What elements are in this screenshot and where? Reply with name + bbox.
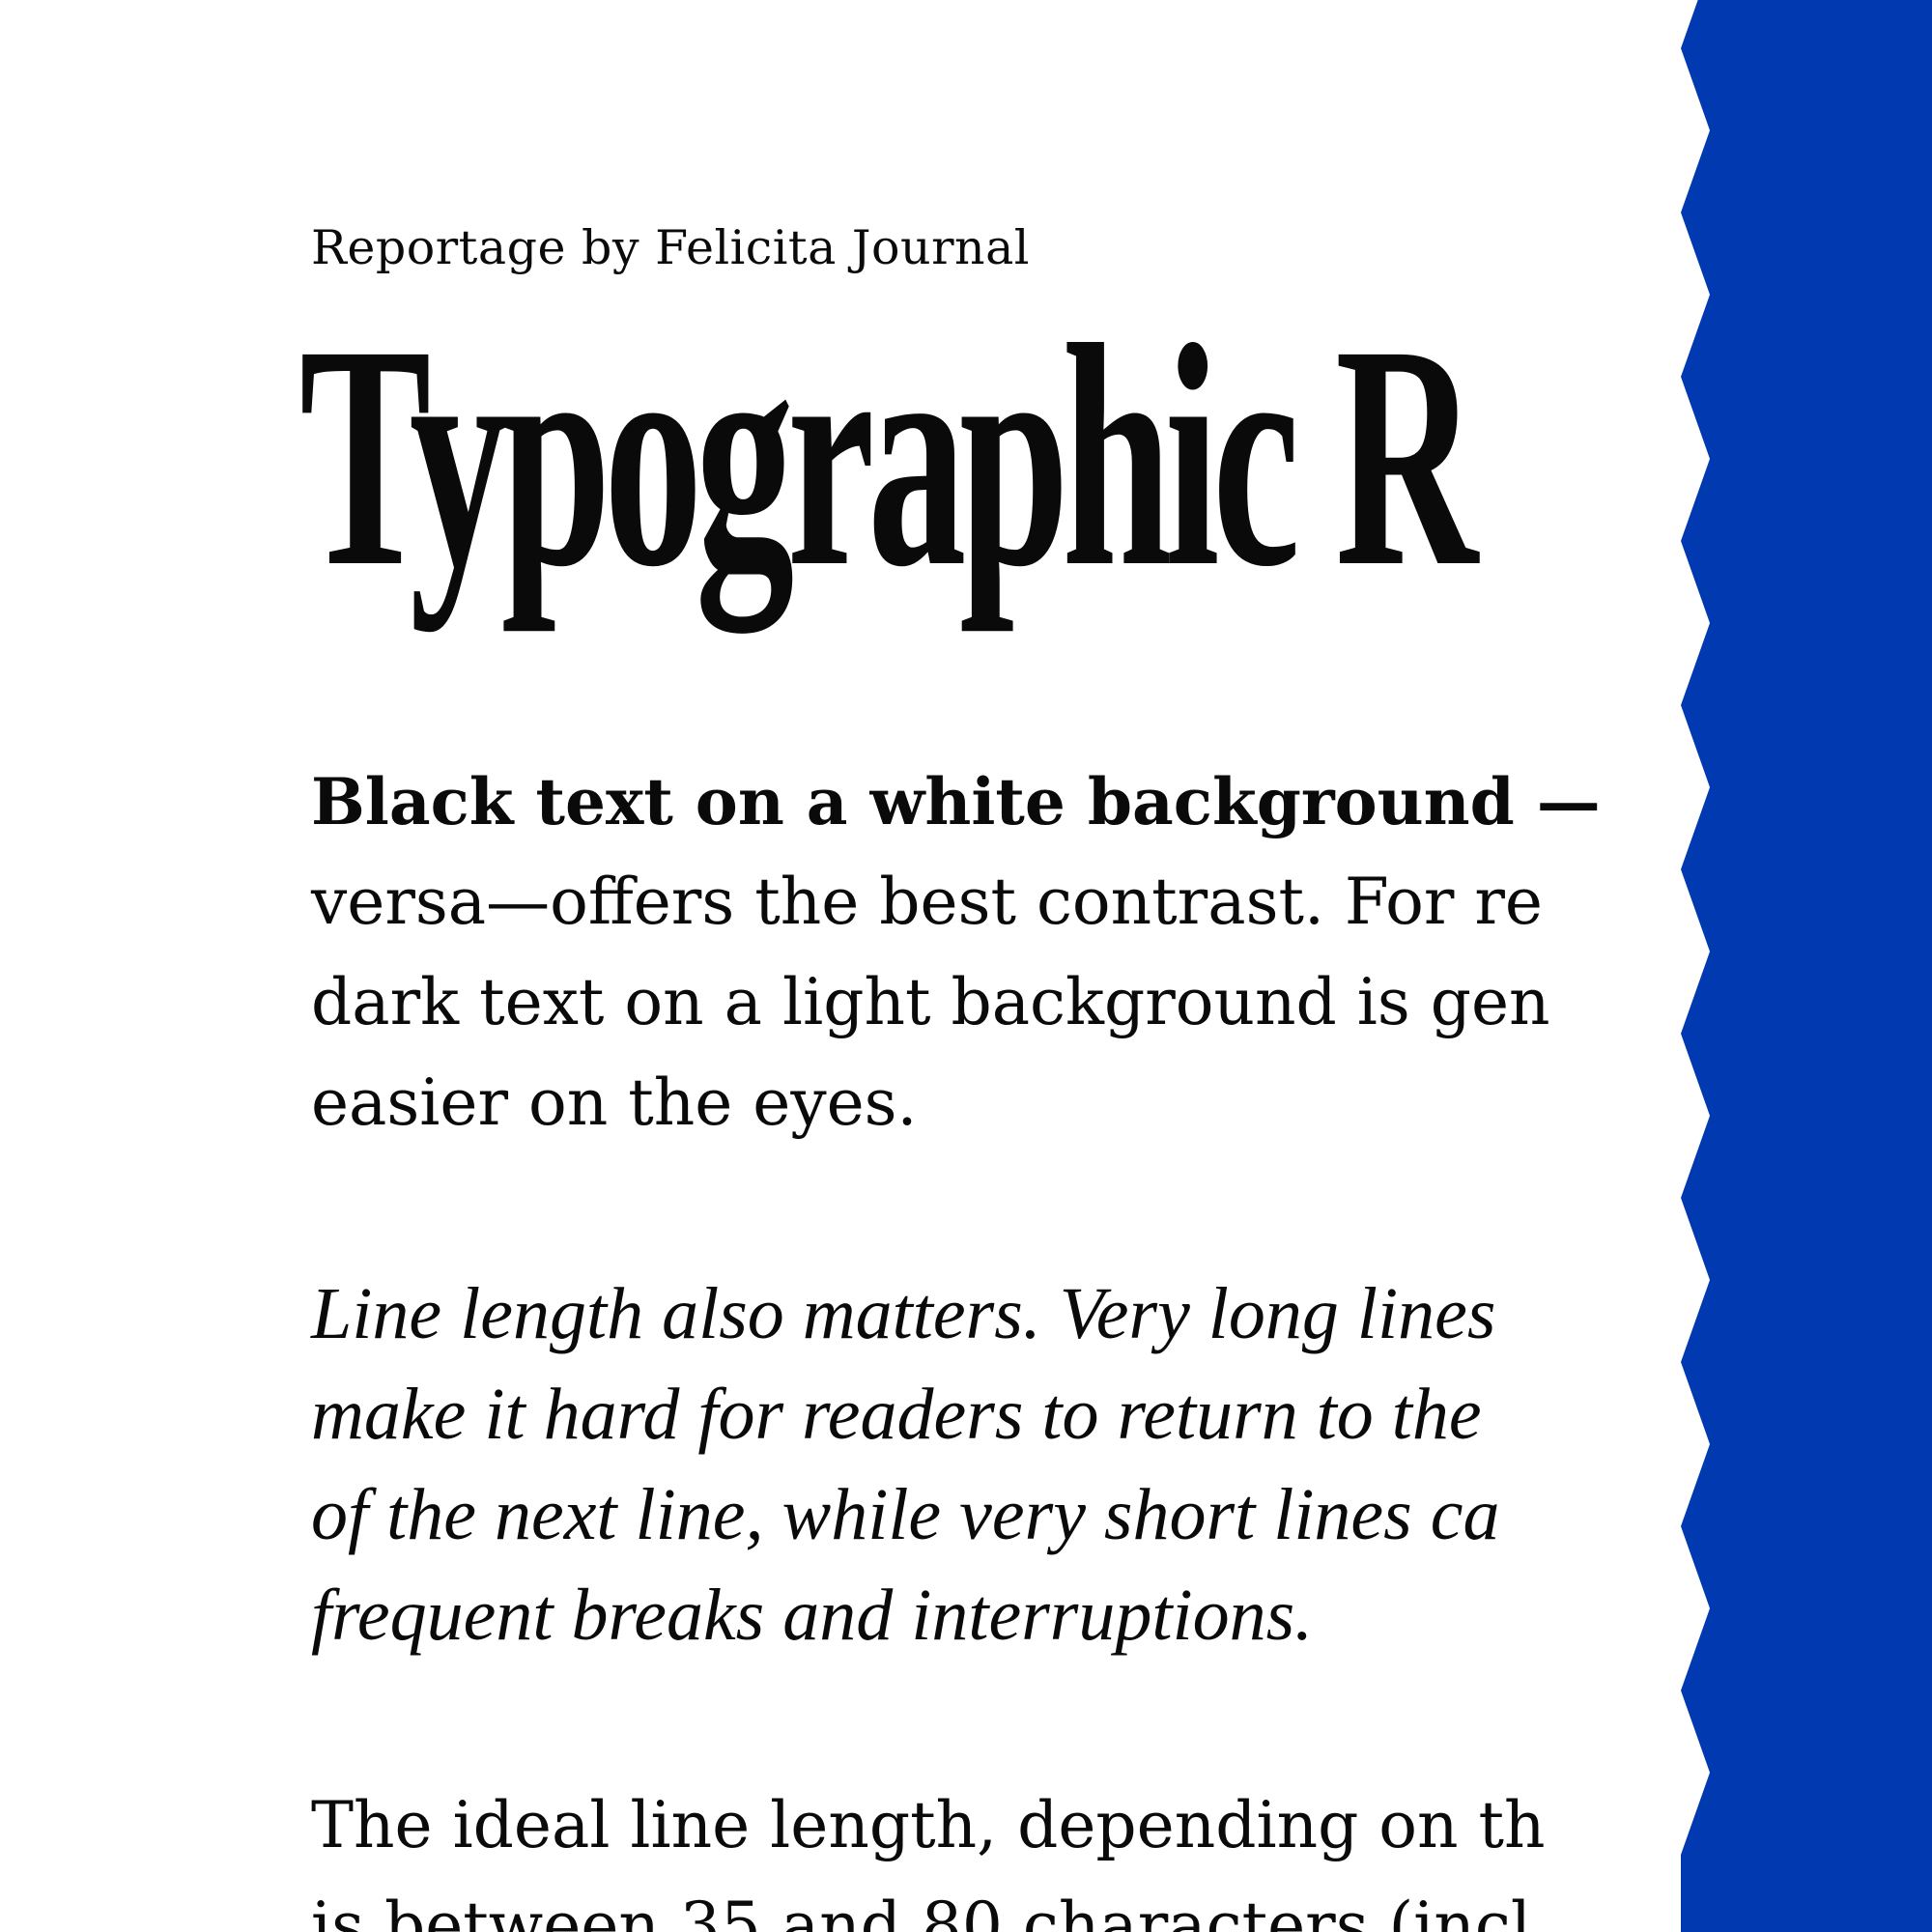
paragraph-line: of the next line, while very short lines… — [311, 1474, 1500, 1555]
blue-zigzag-edge — [1681, 0, 1932, 1932]
paragraph-ideal-length: The ideal line length, depending on th i… — [311, 1776, 1546, 1932]
paragraph-line: frequent breaks and interruptions. — [311, 1575, 1314, 1656]
paragraph-line: is between 35 and 80 characters (incl — [311, 1889, 1531, 1932]
paragraph-line: easier on the eyes. — [311, 1065, 918, 1140]
paragraph-line: Black text on a white background — — [311, 764, 1601, 839]
headline: Typographic R — [299, 280, 1478, 633]
poster-page: Reportage by Felicita Journal Typographi… — [0, 0, 1932, 1932]
paragraph-line: make it hard for readers to return to th… — [311, 1374, 1482, 1455]
paragraph-line: Line length also matters. Very long line… — [311, 1273, 1496, 1354]
paragraph-line: The ideal line length, depending on th — [311, 1788, 1546, 1862]
paragraph-line-length: Line length also matters. Very long line… — [311, 1264, 1499, 1665]
byline: Reportage by Felicita Journal — [311, 220, 1030, 275]
paragraph-contrast: Black text on a white background — versa… — [311, 752, 1601, 1153]
paragraph-line: dark text on a light background is gen — [311, 965, 1550, 1039]
paragraph-line: versa—offers the best contrast. For re — [311, 865, 1543, 939]
